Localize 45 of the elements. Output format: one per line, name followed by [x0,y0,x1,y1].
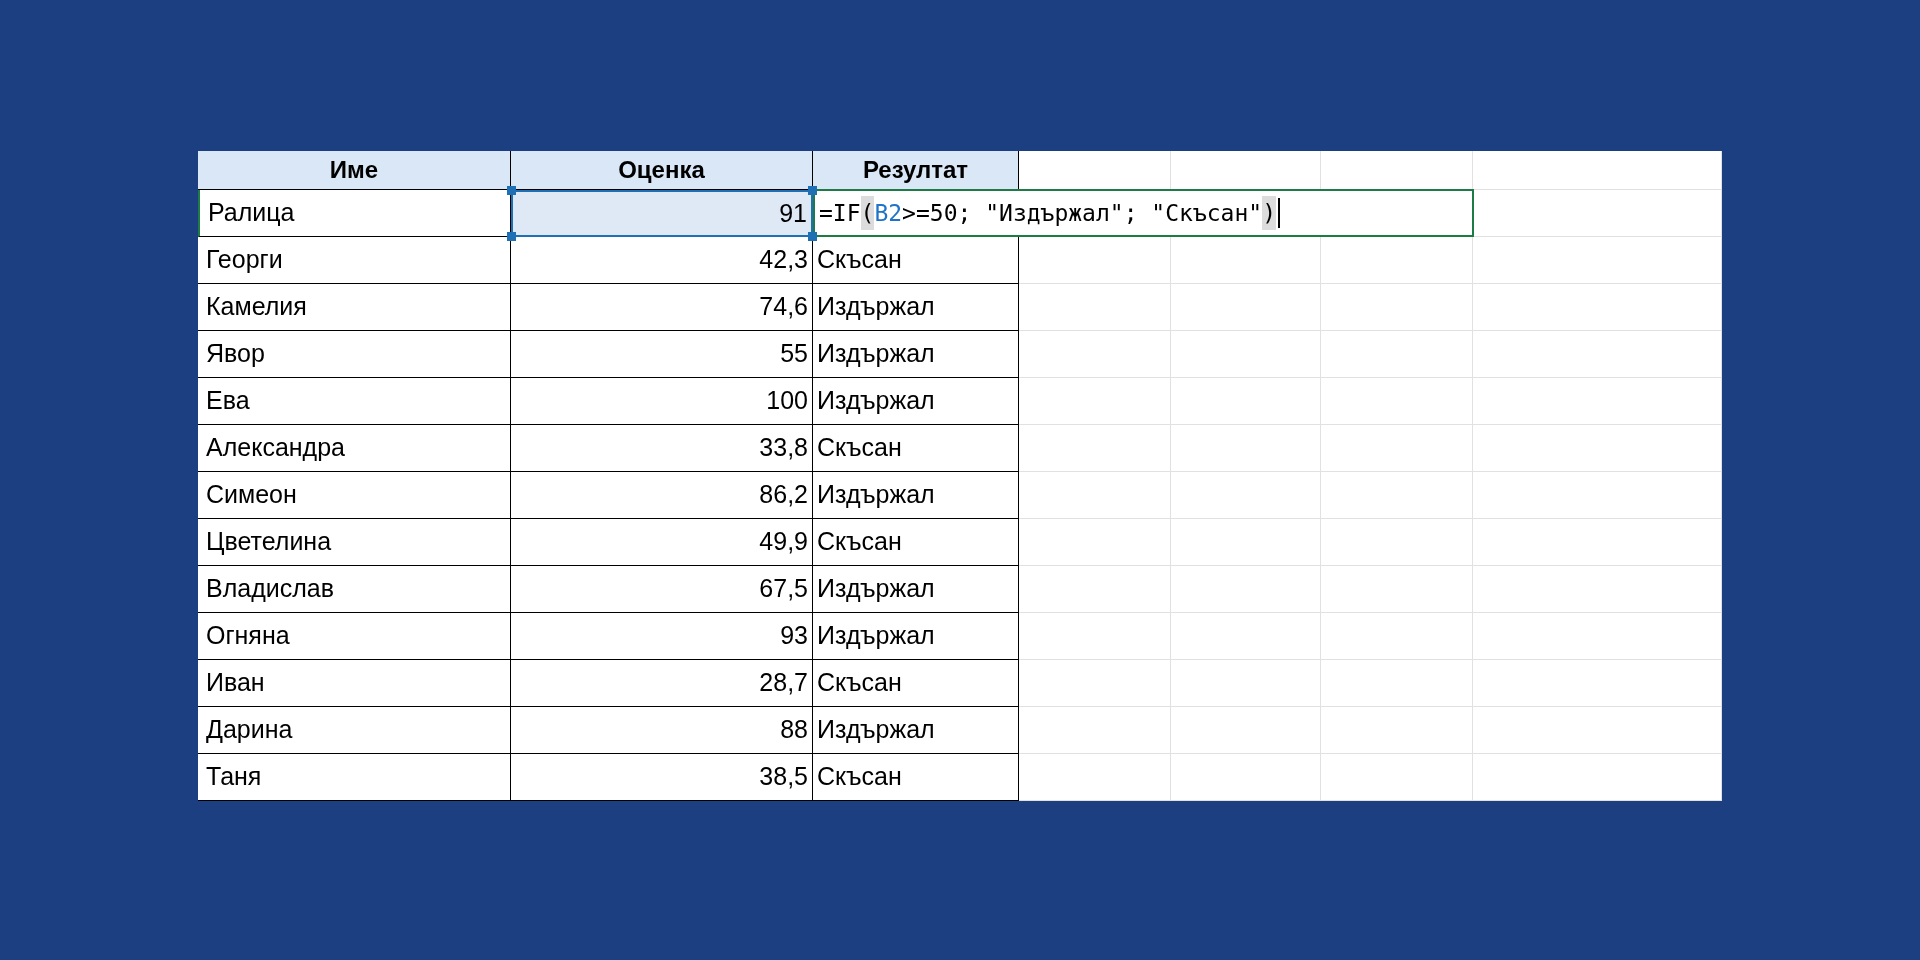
table-cell: 55 [511,331,813,378]
table-cell-text: Издържал [817,385,935,417]
table-cell: 33,8 [511,425,813,472]
table-cell-text: Скъсан [817,761,902,793]
table-cell-text: Издържал [817,620,935,652]
resize-handle[interactable] [507,186,516,195]
column-header: Оценка [511,151,813,190]
table-cell-text: Скъсан [817,432,902,464]
table-cell-text: Издържал [817,573,935,605]
table-cell: 74,6 [511,284,813,331]
text-cursor [1278,198,1280,228]
table-cell: Камелия [198,284,511,331]
table-cell: 93 [511,613,813,660]
table-cell-text: Скъсан [817,526,902,558]
resize-handle[interactable] [808,186,817,195]
table-cell: 100 [511,378,813,425]
table-cell: Александра [198,425,511,472]
resize-handle[interactable] [507,232,516,241]
table-cell: Цветелина [198,519,511,566]
column-header: Име [198,151,511,190]
table-cell: Владислав [198,566,511,613]
table-cell: 28,7 [511,660,813,707]
table-cell: Огняна [198,613,511,660]
table-cell: 38,5 [511,754,813,801]
table-cell: Дарина [198,707,511,754]
table-cell: Ева [198,378,511,425]
table-cell-text: Издържал [817,479,935,511]
table-cell: 42,3 [511,237,813,284]
table-cell: Георги [198,237,511,284]
table-cell: Таня [198,754,511,801]
table-cell-text: Издържал [817,338,935,370]
table-cell: 86,2 [511,472,813,519]
table-cell: 67,5 [511,566,813,613]
table-cell: Иван [198,660,511,707]
column-header: Резултат [813,151,1019,190]
table-cell: Симеон [198,472,511,519]
table-cell: Явор [198,331,511,378]
table-cell-text: Издържал [817,714,935,746]
formula-input[interactable]: =IF(B2>=50; "Издържал"; "Скъсан") [813,189,1474,237]
resize-handle[interactable] [808,232,817,241]
table-cell-text: Скъсан [817,667,902,699]
table-cell: 49,9 [511,519,813,566]
table-cell-text: Издържал [817,291,935,323]
table-cell-text: Скъсан [817,244,902,276]
table-cell: 88 [511,707,813,754]
